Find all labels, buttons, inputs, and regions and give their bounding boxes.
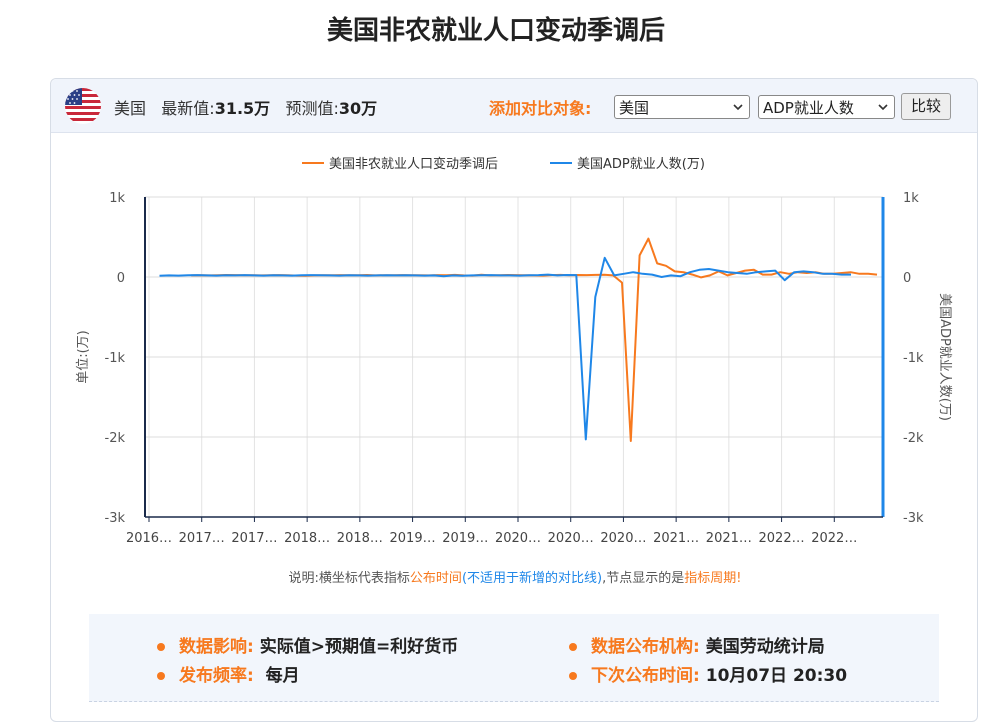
- x-tick-label: 2016…: [126, 531, 172, 546]
- impact-value: 实际值>预期值=利好货币: [259, 637, 459, 657]
- note-period: 指标周期!: [684, 571, 742, 586]
- agency-value: 美国劳动统计局: [705, 637, 825, 657]
- next-release-label: 下次公布时间:: [591, 666, 700, 686]
- x-tick-label: 2020…: [600, 531, 646, 546]
- legend-label: 美国ADP就业人数(万): [577, 157, 705, 172]
- y-tick-label-right: -2k: [903, 431, 924, 446]
- y-tick-label-left: -1k: [105, 351, 126, 366]
- series-line-adp: [159, 256, 851, 441]
- impact-row: 数据影响: 实际值>预期值=利好货币: [157, 632, 458, 657]
- x-tick-label: 2020…: [495, 531, 541, 546]
- y-tick-label-right: 0: [903, 271, 911, 286]
- x-tick-label: 2017…: [231, 531, 277, 546]
- frequency-row: 发布频率: 每月: [157, 661, 300, 686]
- indicator-panel: 美国 最新值:31.5万 预测值:30万 添加对比对象: 美国 ADP就业人数 …: [50, 78, 978, 722]
- y-tick-label-left: 0: [117, 271, 125, 286]
- info-box: 数据影响: 实际值>预期值=利好货币 数据公布机构: 美国劳动统计局 发布频率:…: [89, 614, 939, 702]
- y-axis-title-left: 单位:(万): [76, 330, 91, 384]
- next-release-value: 10月07日 20:30: [705, 666, 848, 686]
- x-tick-label: 2021…: [706, 531, 752, 546]
- agency-row: 数据公布机构: 美国劳动统计局: [569, 632, 825, 657]
- y-tick-label-left: 1k: [109, 191, 125, 206]
- note-prefix: 说明:横坐标代表指标: [288, 571, 410, 586]
- y-tick-label-left: -3k: [105, 511, 126, 526]
- line-chart: 1k 1k0 0-1k -1k-2k -2k-3k -3k2016… 2017… 2017… 2…: [76, 156, 952, 546]
- y-tick-label-right: 1k: [903, 191, 919, 206]
- bullet-icon: [157, 672, 165, 680]
- y-tick-label-left: -2k: [105, 431, 126, 446]
- bullet-icon: [569, 643, 577, 651]
- legend-label: 美国非农就业人口变动季调后: [329, 156, 498, 172]
- frequency-label: 发布频率:: [179, 666, 254, 686]
- chart-note: 说明:横坐标代表指标公布时间(不适用于新增的对比线),节点显示的是指标周期!: [51, 567, 979, 586]
- bullet-icon: [157, 643, 165, 651]
- agency-label: 数据公布机构:: [591, 637, 700, 657]
- x-tick-label: 2019…: [390, 531, 436, 546]
- bullet-icon: [569, 672, 577, 680]
- x-tick-label: 2021…: [653, 531, 699, 546]
- note-not-applicable: 不适用于新增的对比线: [467, 571, 598, 586]
- x-tick-label: 2018…: [337, 531, 383, 546]
- x-tick-label: 2018…: [284, 531, 330, 546]
- series-line-nfp: [191, 237, 878, 442]
- x-tick-label: 2019…: [442, 531, 488, 546]
- y-tick-label-right: -1k: [903, 351, 924, 366]
- note-release-time: 公布时间: [409, 571, 462, 586]
- page-title: 美国非农就业人口变动季调后: [326, 16, 665, 46]
- y-tick-label-right: -3k: [903, 511, 924, 526]
- impact-label: 数据影响:: [179, 637, 254, 657]
- next-release-row: 下次公布时间: 10月07日 20:30: [569, 661, 847, 686]
- x-tick-label: 2022…: [811, 531, 857, 546]
- x-tick-label: 2017…: [179, 531, 225, 546]
- note-middle: ,节点显示的是: [602, 571, 685, 586]
- frequency-value: 每月: [265, 666, 300, 686]
- x-tick-label: 2022…: [759, 531, 805, 546]
- y-axis-title-right: 美国ADP就业人数(万): [937, 293, 952, 421]
- x-tick-label: 2020…: [548, 531, 594, 546]
